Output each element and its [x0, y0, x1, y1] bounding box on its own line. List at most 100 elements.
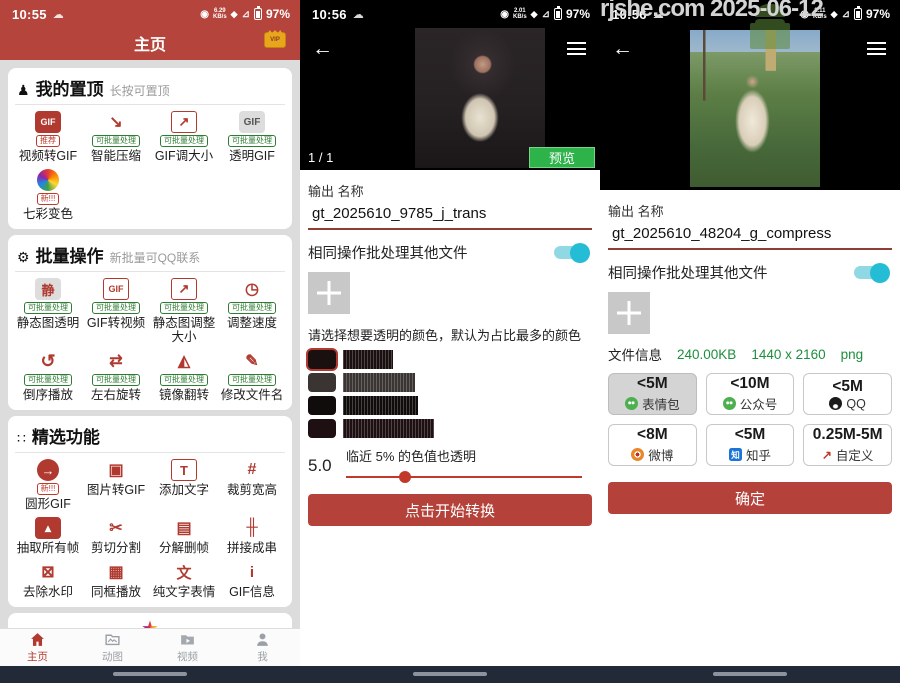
color-swatch[interactable]	[308, 373, 336, 392]
output-name-label: 输出 名称	[308, 181, 592, 200]
photo-panel: rjshe.com 2025-06-12 10:56 ☁ ◉ 1.11KB/s …	[600, 0, 900, 190]
feature-item[interactable]: ◭ 可批量处理 镜像翻转	[151, 350, 217, 402]
rename-icon: ✎	[239, 350, 265, 372]
size-option[interactable]: <5M 知 知乎	[706, 424, 795, 466]
screen-compress-tool: rjshe.com 2025-06-12 10:56 ☁ ◉ 1.11KB/s …	[600, 0, 900, 683]
nav-gifs[interactable]: 动图	[75, 629, 150, 666]
vip-badge-icon[interactable]: VIP	[264, 32, 286, 48]
color-row	[308, 373, 592, 392]
file-size: 240.00KB	[677, 347, 736, 362]
feature-item[interactable]: ⇄ 可批量处理 左右旋转	[83, 350, 149, 402]
gallery-icon	[103, 631, 122, 648]
feature-item[interactable]: ↗ 可批量处理 静态图调整大小	[151, 278, 217, 344]
feature-label: 剪切分割	[91, 541, 141, 555]
feature-item[interactable]: ⊠ 去除水印	[15, 561, 81, 599]
file-info-row: 文件信息 240.00KB 1440 x 2160 png	[608, 344, 892, 364]
feature-item[interactable]: ▴ 抽取所有帧	[15, 517, 81, 555]
gif-info-icon: i	[239, 561, 265, 583]
size-option[interactable]: <5M QQ	[803, 373, 892, 415]
feature-item[interactable]: ▤ 分解删帧	[151, 517, 217, 555]
color-ratio-bar	[343, 396, 418, 415]
size-limit-label: <8M	[637, 426, 668, 444]
feature-item[interactable]: → 新!!! 圆形GIF	[15, 459, 81, 511]
home-icon	[28, 631, 47, 648]
batch-toggle[interactable]	[854, 266, 886, 279]
feature-item[interactable]: ◷ 可批量处理 调整速度	[219, 278, 285, 344]
feature-label: 拼接成串	[227, 541, 277, 555]
feature-item[interactable]: ✎ 可批量处理 修改文件名	[219, 350, 285, 402]
color-ratio-bar	[343, 419, 434, 438]
remove-watermark-icon: ⊠	[35, 561, 61, 583]
featured-grid: → 新!!! 圆形GIF ▣ 图片转GIF T 添加文字 # 裁剪宽高 ▴ 抽取…	[15, 459, 285, 599]
vpn-icon: ◆	[231, 9, 238, 20]
gesture-pill[interactable]	[113, 672, 187, 676]
qq-icon	[829, 397, 842, 410]
nav-home[interactable]: 主页	[0, 629, 75, 666]
feature-item[interactable]: 静 可批量处理 静态图透明	[15, 278, 81, 344]
size-option[interactable]: 0.25M-5M ↗ 自定义	[803, 424, 892, 466]
back-button[interactable]: ←	[612, 38, 633, 59]
confirm-button[interactable]: 确定	[608, 482, 892, 514]
preview-button[interactable]: 预览	[529, 147, 595, 168]
feature-item[interactable]: ↗ 可批量处理 GIF调大小	[151, 111, 217, 163]
feature-item[interactable]: GIF 可批量处理 透明GIF	[219, 111, 285, 163]
gesture-pill[interactable]	[713, 672, 787, 676]
color-swatch[interactable]	[308, 350, 336, 369]
feature-item[interactable]: GIF 推荐 视频转GIF	[15, 111, 81, 163]
filename-input[interactable]: gt_2025610_9785_j_trans	[308, 205, 592, 230]
filename-input[interactable]: gt_2025610_48204_g_compress	[608, 225, 892, 250]
size-option[interactable]: <5M 表情包	[608, 373, 697, 415]
feature-item[interactable]: # 裁剪宽高	[219, 459, 285, 511]
battery-percent: 97%	[566, 7, 590, 21]
file-format: png	[841, 347, 864, 362]
screen-transparent-tool: 10:56 ☁ ◉ 2.01KB/s ◆ ⊿ 97% ← 1 / 1 预览 输出…	[300, 0, 600, 683]
feature-item[interactable]: ▣ 图片转GIF	[83, 459, 149, 511]
rotate-icon: ⇄	[103, 350, 129, 372]
feature-item[interactable]: ↘ 可批量处理 智能压缩	[83, 111, 149, 163]
feature-label: 同框播放	[91, 585, 141, 599]
feature-item[interactable]: T 添加文字	[151, 459, 217, 511]
feature-label: 调整速度	[227, 316, 277, 330]
gesture-pill[interactable]	[413, 672, 487, 676]
feature-item[interactable]: ↺ 可批量处理 倒序播放	[15, 350, 81, 402]
add-text-icon: T	[171, 459, 197, 481]
color-hint: 请选择想要透明的颜色，默认为占比最多的颜色	[308, 325, 592, 344]
feature-item[interactable]: 文 纯文字表情	[151, 561, 217, 599]
nav-video[interactable]: 视频	[150, 629, 225, 666]
tolerance-slider-thumb[interactable]	[399, 471, 411, 483]
size-option[interactable]: <10M 公众号	[706, 373, 795, 415]
menu-icon[interactable]	[867, 42, 886, 55]
size-option[interactable]: <8M 微博	[608, 424, 697, 466]
color-swatch[interactable]	[308, 396, 336, 415]
selected-image-preview	[690, 30, 820, 187]
feature-item[interactable]: GIF 可批量处理 GIF转视频	[83, 278, 149, 344]
add-file-button[interactable]	[608, 292, 650, 334]
feature-item[interactable]: i GIF信息	[219, 561, 285, 599]
color-row	[308, 350, 592, 369]
tolerance-slider[interactable]	[346, 476, 582, 478]
start-convert-button[interactable]: 点击开始转换	[308, 494, 592, 526]
signal-icon: ⊿	[542, 9, 550, 20]
watermark: rjshe.com 2025-06-12	[600, 0, 900, 23]
gears-icon: ⚙	[17, 249, 30, 266]
battery-percent: 97%	[266, 7, 290, 21]
feature-item[interactable]: ▦ 同框播放	[83, 561, 149, 599]
feature-label: 左右旋转	[91, 388, 141, 402]
add-file-button[interactable]	[308, 272, 350, 314]
feature-badge: 可批量处理	[228, 135, 276, 147]
back-button[interactable]: ←	[312, 38, 333, 59]
color-swatch[interactable]	[308, 419, 336, 438]
nav-me[interactable]: 我	[225, 629, 300, 666]
tool-form: 输出 名称 gt_2025610_48204_g_compress 相同操作批处…	[600, 201, 900, 514]
feature-item[interactable]: 新!!! 七彩变色	[15, 169, 81, 221]
menu-icon[interactable]	[567, 42, 586, 55]
feature-label: 抽取所有帧	[17, 541, 80, 555]
batch-toggle[interactable]	[554, 246, 586, 259]
section-featured: ∷ 精选功能 → 新!!! 圆形GIF ▣ 图片转GIF T 添加文字 # 裁剪…	[8, 416, 292, 607]
page-title: 主页	[134, 31, 166, 55]
image-counter: 1 / 1	[308, 150, 333, 165]
photo-panel: 10:56 ☁ ◉ 2.01KB/s ◆ ⊿ 97% ← 1 / 1 预览	[300, 0, 600, 170]
more-functions-button[interactable]: ★ 更多功能	[8, 613, 292, 628]
feature-item[interactable]: ╫ 拼接成串	[219, 517, 285, 555]
feature-item[interactable]: ✂ 剪切分割	[83, 517, 149, 555]
